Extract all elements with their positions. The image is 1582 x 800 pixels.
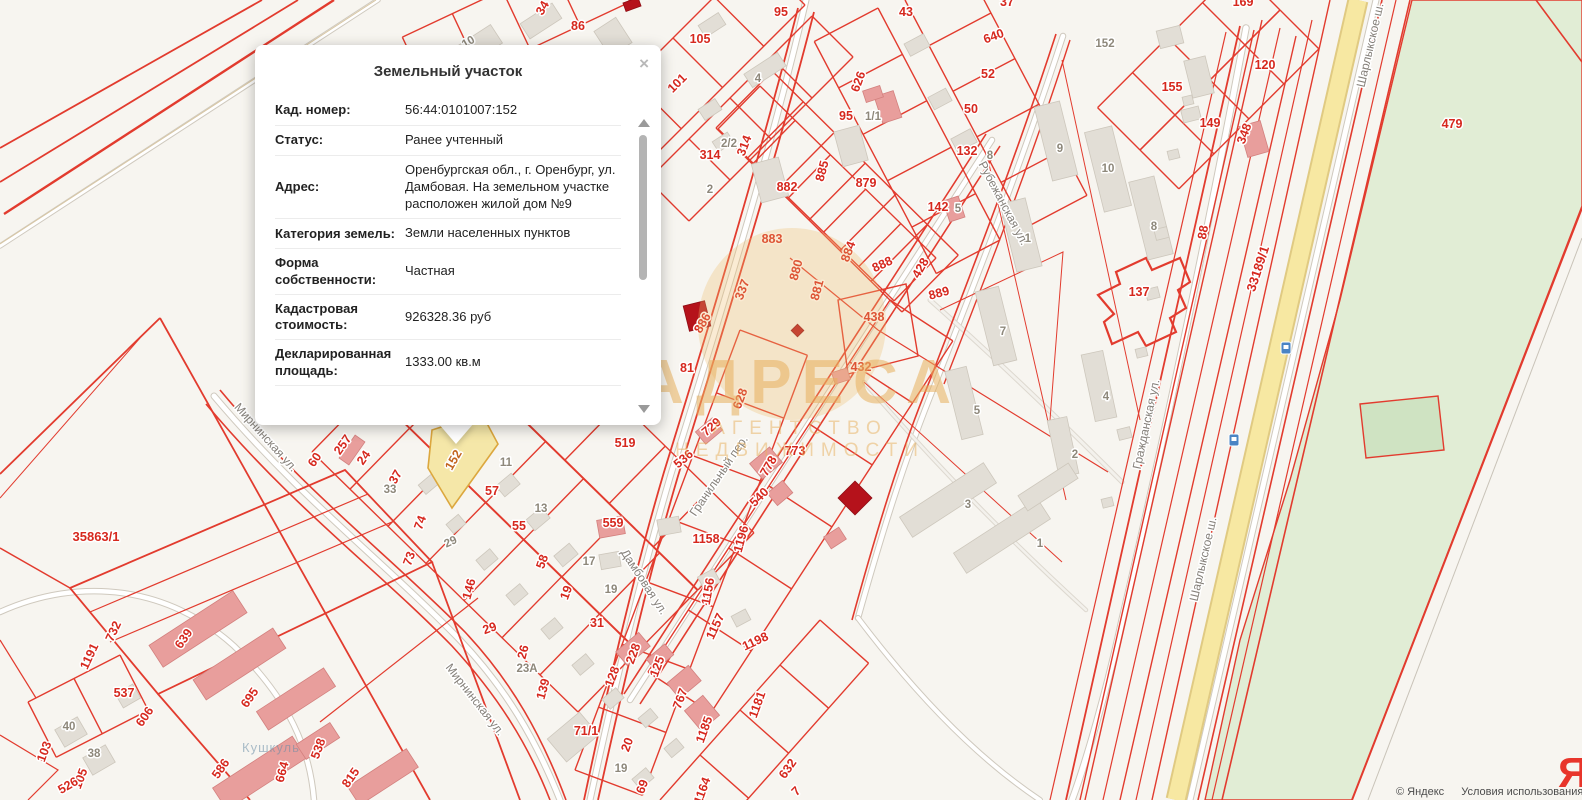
parcel-number-label: 559 [603, 516, 624, 530]
attribute-label: Форма собственности: [275, 255, 399, 288]
green-area [1360, 396, 1444, 458]
attribute-value: Ранее учтенный [399, 132, 621, 149]
parcel-number-label: 57 [485, 484, 499, 498]
building-number-label: 2/2 [721, 138, 737, 150]
attribute-value: 1333.00 кв.м [399, 354, 621, 371]
parcel-number-label: 105 [690, 32, 711, 46]
attribute-row: Кад. номер:56:44:0101007:152 [275, 96, 621, 126]
parcel-number-label: 882 [777, 180, 798, 194]
building-number-label: 38 [88, 748, 101, 760]
building-number-label: 13 [535, 503, 548, 515]
popup-callout-tail [438, 423, 474, 444]
building-number-label: 8 [1151, 221, 1158, 233]
building-number-label: 5 [955, 203, 962, 215]
parcel-number-label: 773 [785, 444, 806, 458]
watermark-circle [698, 228, 886, 420]
building-number-label: 7 [1000, 326, 1006, 338]
building-number-label: 152 [1095, 38, 1114, 50]
building-number-label: 2 [1072, 449, 1078, 461]
parcel-number-label: 35863/1 [73, 529, 120, 544]
attribute-value: Частная [399, 263, 621, 280]
parcel-number-label: 71/1 [574, 724, 598, 738]
building-number-label: 11 [500, 457, 513, 469]
attribute-row: Кадастровая стоимость:926328.36 руб [275, 295, 621, 341]
parcel-number-label: 52 [981, 67, 995, 81]
parcel-number-label: 132 [957, 144, 978, 158]
building-number-label: 33 [384, 484, 397, 496]
parcel-number-label: 537 [114, 686, 135, 700]
building-number-label: 19 [615, 763, 628, 775]
map-stage: 3486951051014337640525062695314314882885… [0, 0, 1582, 800]
parcel-number-label: 519 [615, 436, 636, 450]
map-attribution: © Яндекс Условия использования [1396, 786, 1582, 798]
close-icon[interactable]: × [639, 55, 649, 72]
parcel-number-label: 88 [1195, 224, 1211, 240]
building-number-label: 1/1 [865, 111, 882, 123]
parcel-number-label: 81 [680, 361, 694, 375]
building-number-label: 2 [707, 184, 713, 196]
building [599, 551, 621, 569]
building-number-label: 1 [1037, 538, 1044, 550]
building-number-label: 4 [755, 73, 762, 85]
building [657, 516, 681, 536]
popup-scrollbar[interactable] [635, 119, 651, 413]
scroll-down-icon[interactable] [638, 405, 650, 413]
building-number-label: 40 [63, 721, 76, 733]
parcel-number-label: 95 [839, 109, 853, 123]
popup-title: Земельный участок [275, 63, 621, 80]
attribute-value: Оренбургская обл., г. Оренбург, ул. Дамб… [399, 162, 621, 213]
scroll-up-icon[interactable] [638, 119, 650, 127]
attribute-label: Кадастровая стоимость: [275, 301, 399, 334]
building-number-label: 19 [605, 584, 618, 596]
building-number-label: 23А [516, 663, 537, 675]
attribute-label: Кад. номер: [275, 102, 399, 118]
parcel-number-label: 31 [590, 616, 604, 630]
parcel-number-label: 155 [1162, 80, 1183, 94]
parcel-number-label: 86 [571, 19, 585, 33]
parcel-number-label: 479 [1442, 117, 1463, 131]
locality-label: Кушкуль [242, 740, 300, 755]
parcel-number-label: 120 [1255, 58, 1276, 72]
attribute-value: 926328.36 руб [399, 309, 621, 326]
attribute-label: Категория земель: [275, 226, 399, 242]
attribute-label: Декларированная площадь: [275, 346, 399, 379]
parcel-number-label: 55 [512, 519, 526, 533]
building [1182, 95, 1194, 106]
attribute-row: Декларированная площадь:1333.00 кв.м [275, 340, 621, 386]
bus-stop-glyph [1284, 345, 1289, 349]
scrollbar-thumb[interactable] [639, 135, 647, 280]
parcel-number-label: 1158 [692, 532, 719, 546]
attribute-row: Форма собственности:Частная [275, 249, 621, 295]
parcel-number-label: 879 [856, 176, 877, 190]
bus-stop-glyph [1232, 437, 1237, 441]
building-number-label: 4 [1103, 391, 1110, 403]
building-number-label: 9 [1057, 143, 1063, 155]
attribute-row: Адрес:Оренбургская обл., г. Оренбург, ул… [275, 156, 621, 220]
parcel-number-label: 43 [899, 5, 913, 19]
parcel-info-popup: × Земельный участок Кад. номер:56:44:010… [255, 45, 661, 425]
attribute-value: Земли населенных пунктов [399, 225, 621, 242]
building-number-label: 3 [965, 499, 971, 511]
parcel-number-label: 95 [774, 5, 788, 19]
attribute-row: Статус:Ранее учтенный [275, 126, 621, 156]
building-number-label: 10 [1102, 163, 1115, 175]
attribute-label: Статус: [275, 132, 399, 148]
yandex-logo: Я [1558, 752, 1582, 794]
building-number-label: 5 [974, 405, 981, 417]
building-number-label: 17 [583, 556, 596, 568]
parcel-number-label: 149 [1200, 116, 1221, 130]
parcel-attributes: Кад. номер:56:44:0101007:152Статус:Ранее… [275, 96, 621, 386]
parcel-number-label: 50 [964, 102, 978, 116]
copyright-text: © Яндекс [1396, 786, 1444, 798]
parcel-number-label: 142 [928, 200, 949, 214]
parcel-number-label: 314 [700, 148, 721, 162]
attribute-row: Категория земель:Земли населенных пункто… [275, 219, 621, 249]
attribute-value: 56:44:0101007:152 [399, 102, 621, 119]
parcel-number-label: 137 [1129, 285, 1150, 299]
parcel-number-label: 169 [1233, 0, 1254, 9]
parcel-number-label: 37 [1000, 0, 1014, 9]
attribute-label: Адрес: [275, 179, 399, 195]
